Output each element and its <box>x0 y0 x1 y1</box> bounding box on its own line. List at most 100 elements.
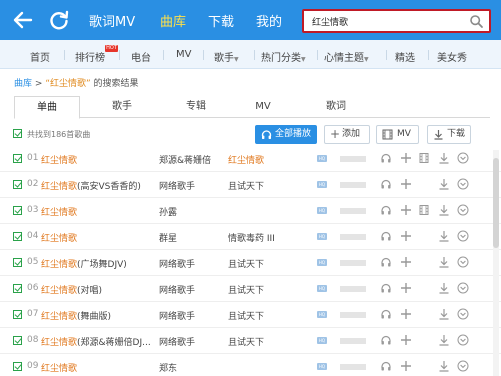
download-icon[interactable] <box>438 282 450 294</box>
mv-icon[interactable] <box>418 152 430 164</box>
add-icon[interactable] <box>400 256 412 268</box>
tab-lyrics[interactable]: 歌词 <box>306 96 366 118</box>
category-beauty-show[interactable]: 美女秀 <box>437 49 467 64</box>
tab-songs[interactable]: 单曲 <box>14 96 80 119</box>
song-title[interactable]: 红尘情歌(广场舞DJV) <box>41 257 127 270</box>
headphones-icon[interactable] <box>380 204 392 216</box>
song-checkbox[interactable] <box>13 154 22 163</box>
category-featured[interactable]: 精选 <box>395 49 415 64</box>
more-options-icon[interactable] <box>457 334 469 346</box>
song-row[interactable]: 03 红尘情歌 孙露 HQ <box>0 198 501 224</box>
add-icon[interactable] <box>400 308 412 320</box>
add-icon[interactable] <box>400 334 412 346</box>
headphones-icon[interactable] <box>380 334 392 346</box>
download-icon[interactable] <box>438 308 450 320</box>
breadcrumb-root[interactable]: 曲库 <box>14 79 32 89</box>
song-album[interactable]: 情歌毒药 III <box>228 231 275 244</box>
song-artist[interactable]: 郑东 <box>159 361 177 374</box>
song-artist[interactable]: 孙露 <box>159 205 177 218</box>
download-button[interactable]: 下载 <box>427 125 471 144</box>
song-checkbox[interactable] <box>13 180 22 189</box>
song-title[interactable]: 红尘情歌(郑源&蒋姗倍DJ... <box>41 335 151 348</box>
tab-albums[interactable]: 专辑 <box>166 96 226 118</box>
add-button[interactable]: + 添加 <box>324 125 370 144</box>
mv-button[interactable]: MV <box>376 125 419 144</box>
download-icon[interactable] <box>438 334 450 346</box>
song-row[interactable]: 08 红尘情歌(郑源&蒋姗倍DJ... 网络歌手 且试天下 HQ <box>0 328 501 354</box>
song-checkbox[interactable] <box>13 362 22 371</box>
song-artist[interactable]: 群星 <box>159 231 177 244</box>
back-arrow-icon[interactable] <box>12 9 34 31</box>
song-album[interactable]: 且试天下 <box>228 179 264 192</box>
headphones-icon[interactable] <box>380 282 392 294</box>
song-title[interactable]: 红尘情歌 <box>41 153 77 166</box>
category-charts[interactable]: 排行榜 <box>75 49 105 64</box>
headphones-icon[interactable] <box>380 256 392 268</box>
song-row[interactable]: 02 红尘情歌(高安VS香香的) 网络歌手 且试天下 HQ <box>0 172 501 198</box>
add-icon[interactable] <box>400 282 412 294</box>
category-hot-genres[interactable]: 热门分类▼ <box>261 49 306 64</box>
download-icon[interactable] <box>438 152 450 164</box>
search-box[interactable] <box>302 9 491 33</box>
category-home[interactable]: 首页 <box>30 49 50 64</box>
song-title[interactable]: 红尘情歌(舞曲版) <box>41 309 111 322</box>
more-options-icon[interactable] <box>457 178 469 190</box>
song-title[interactable]: 红尘情歌 <box>41 205 77 218</box>
category-mood-themes[interactable]: 心情主题▼ <box>324 49 369 64</box>
more-options-icon[interactable] <box>457 308 469 320</box>
song-album[interactable]: 红尘情歌 <box>228 153 264 166</box>
headphones-icon[interactable] <box>380 308 392 320</box>
download-icon[interactable] <box>438 230 450 242</box>
song-artist[interactable]: 网络歌手 <box>159 283 195 296</box>
mv-icon[interactable] <box>418 204 430 216</box>
headphones-icon[interactable] <box>380 152 392 164</box>
download-icon[interactable] <box>438 256 450 268</box>
song-artist[interactable]: 网络歌手 <box>159 309 195 322</box>
more-options-icon[interactable] <box>457 282 469 294</box>
more-options-icon[interactable] <box>457 256 469 268</box>
song-album[interactable]: 且试天下 <box>228 283 264 296</box>
add-icon[interactable] <box>400 152 412 164</box>
song-checkbox[interactable] <box>13 310 22 319</box>
scrollbar[interactable] <box>493 150 499 376</box>
download-icon[interactable] <box>438 204 450 216</box>
nav-lyrics-mv[interactable]: 歌词MV <box>89 11 135 30</box>
song-row[interactable]: 01 红尘情歌 郑源&蒋姗倍 红尘情歌 HQ <box>0 146 501 172</box>
song-checkbox[interactable] <box>13 258 22 267</box>
song-checkbox[interactable] <box>13 336 22 345</box>
more-options-icon[interactable] <box>457 360 469 372</box>
song-artist[interactable]: 网络歌手 <box>159 257 195 270</box>
search-input[interactable] <box>312 14 462 29</box>
song-row[interactable]: 04 红尘情歌 群星 情歌毒药 III HQ <box>0 224 501 250</box>
song-artist[interactable]: 网络歌手 <box>159 335 195 348</box>
nav-downloads[interactable]: 下载 <box>208 11 234 30</box>
headphones-icon[interactable] <box>380 230 392 242</box>
download-icon[interactable] <box>438 360 450 372</box>
song-checkbox[interactable] <box>13 206 22 215</box>
add-icon[interactable] <box>400 230 412 242</box>
category-radio[interactable]: 电台 <box>131 49 151 64</box>
song-row[interactable]: 06 红尘情歌(对唱) 网络歌手 且试天下 HQ <box>0 276 501 302</box>
category-singers[interactable]: 歌手▼ <box>214 49 239 64</box>
song-title[interactable]: 红尘情歌(高安VS香香的) <box>41 179 141 192</box>
song-row[interactable]: 09 红尘情歌 郑东 HQ <box>0 354 501 376</box>
song-album[interactable]: 且试天下 <box>228 309 264 322</box>
song-album[interactable]: 且试天下 <box>228 257 264 270</box>
search-icon[interactable] <box>469 14 484 29</box>
tab-mv[interactable]: MV <box>233 96 293 118</box>
song-artist[interactable]: 网络歌手 <box>159 179 195 192</box>
song-album[interactable]: 且试天下 <box>228 335 264 348</box>
song-checkbox[interactable] <box>13 232 22 241</box>
category-mv[interactable]: MV <box>176 49 191 60</box>
select-all-checkbox[interactable] <box>13 129 22 138</box>
more-options-icon[interactable] <box>457 230 469 242</box>
more-options-icon[interactable] <box>457 152 469 164</box>
song-checkbox[interactable] <box>13 284 22 293</box>
nav-mine[interactable]: 我的 <box>256 11 282 30</box>
song-title[interactable]: 红尘情歌 <box>41 231 77 244</box>
download-icon[interactable] <box>438 178 450 190</box>
song-artist[interactable]: 郑源&蒋姗倍 <box>159 153 211 166</box>
nav-library[interactable]: 曲库 <box>160 11 186 30</box>
headphones-icon[interactable] <box>380 178 392 190</box>
refresh-icon[interactable] <box>48 9 70 31</box>
